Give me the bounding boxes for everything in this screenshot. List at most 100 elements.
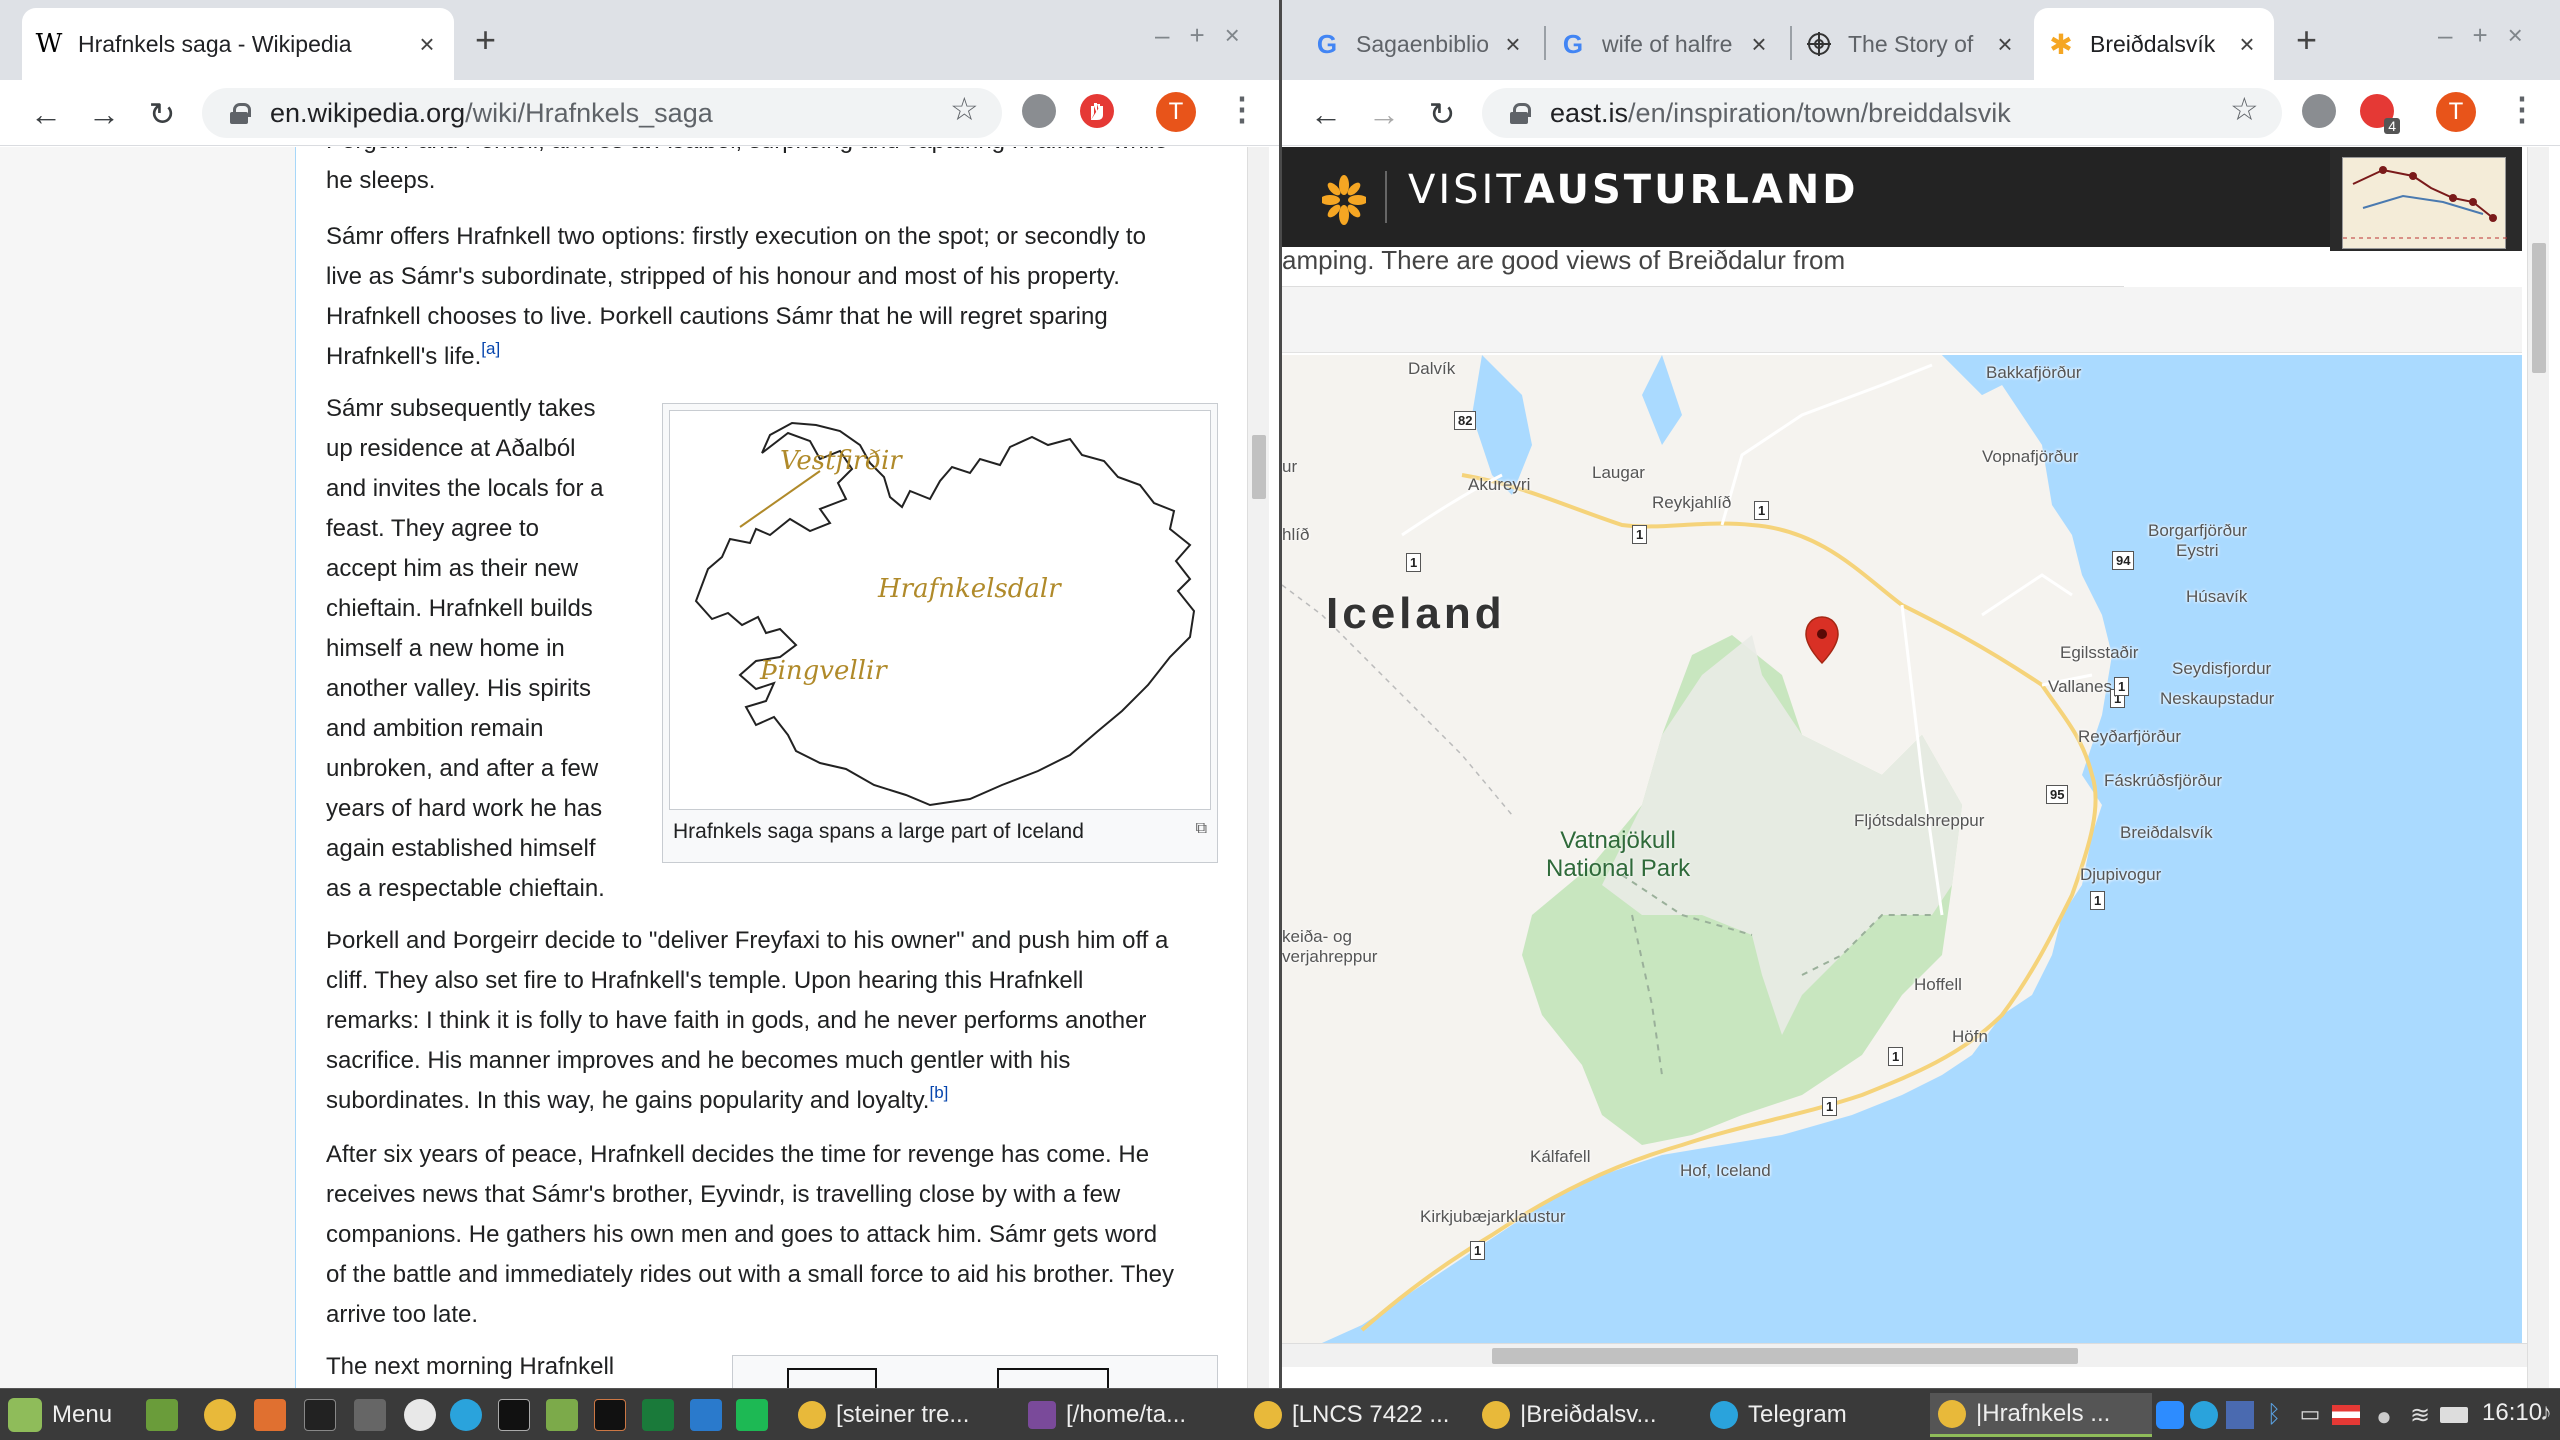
bluetooth-icon[interactable]: ᛒ (2260, 1401, 2288, 1429)
taskbar-window[interactable]: [LNCS 7422 ... (1246, 1393, 1468, 1437)
spotify-launcher-icon[interactable] (736, 1399, 768, 1431)
close-tab-icon[interactable]: × (1992, 29, 2018, 60)
footnote-b-link[interactable]: [b] (929, 1083, 948, 1102)
profile-avatar[interactable]: T (1156, 92, 1196, 132)
files-launcher-icon[interactable] (546, 1399, 578, 1431)
scrollbar-thumb[interactable] (1252, 435, 1266, 499)
tab-wife-of-halfred[interactable]: G wife of halfre × (1546, 8, 1786, 80)
close-window-button[interactable]: × (2508, 20, 2523, 51)
new-tab-button[interactable]: + (475, 22, 496, 58)
zoom-tray-icon[interactable] (2156, 1401, 2184, 1429)
firefox-launcher-icon[interactable] (254, 1399, 286, 1431)
close-window-button[interactable]: × (1225, 20, 1240, 51)
vscode-launcher-icon[interactable] (690, 1399, 722, 1431)
tab-breiddalsvik[interactable]: ✱ Breiðdalsvík × (2034, 8, 2274, 80)
place-label: Laugar (1592, 463, 1645, 482)
back-button[interactable]: ← (1306, 94, 1346, 134)
browser-menu-icon[interactable]: ⋮ (1226, 90, 1258, 128)
forward-button[interactable]: → (84, 94, 124, 134)
text-line: and ambition remain (326, 715, 544, 742)
address-bar[interactable]: en.wikipedia.org/wiki/Hrafnkels_saga (202, 88, 1002, 138)
taskbar-window[interactable]: |Breiðdalsv... (1474, 1393, 1696, 1437)
show-desktop-icon[interactable] (146, 1399, 178, 1431)
footnote-a-link[interactable]: [a] (481, 339, 500, 358)
minimize-button[interactable]: – (1155, 20, 1169, 51)
start-menu-button[interactable]: Menu (8, 1395, 112, 1435)
pycharm-launcher-icon[interactable] (642, 1399, 674, 1431)
window-controls: – + × (1155, 20, 1240, 51)
chrome-launcher-icon[interactable] (204, 1399, 236, 1431)
battery-icon[interactable] (2440, 1407, 2468, 1423)
window-title: [LNCS 7422 ... (1292, 1401, 1450, 1428)
bookmark-star-icon[interactable]: ☆ (2230, 90, 2259, 128)
text-line: cliff. They also set fire to Hrafnkell's… (326, 967, 1084, 994)
adblock-icon[interactable]: 4 (2360, 94, 2400, 134)
webstorm-launcher-icon[interactable] (498, 1399, 530, 1431)
music-note-icon[interactable]: ♪ (2540, 1399, 2552, 1427)
taskbar: Menu [steiner tre... [/home/ta... [LNCS … (0, 1388, 2560, 1440)
profile-avatar[interactable]: T (2436, 92, 2476, 132)
place-label: Borgarfjörður (2148, 521, 2248, 540)
clock[interactable]: 16:10 (2482, 1399, 2542, 1427)
telegram-tray-icon[interactable] (2190, 1401, 2218, 1429)
visitausturland-logo-icon[interactable] (1322, 175, 1366, 225)
extension-icon[interactable] (1022, 94, 1056, 128)
keyboard-layout-flag-icon[interactable] (2332, 1405, 2360, 1425)
close-tab-icon[interactable]: × (414, 29, 440, 60)
taskbar-window-active[interactable]: |Hrafnkels ... (1930, 1393, 2152, 1437)
display-tray-icon[interactable]: ▭ (2296, 1401, 2324, 1429)
wifi-icon[interactable]: ≋ (2406, 1401, 2434, 1429)
iceland-map-image[interactable]: Vestfirðir Hrafnkelsdalr Þingvellir (669, 410, 1211, 810)
minimize-button[interactable]: – (2438, 20, 2452, 51)
adblock-icon[interactable] (1080, 94, 1114, 128)
back-button[interactable]: ← (26, 94, 66, 134)
enlarge-icon[interactable]: ⧉ (1196, 820, 1207, 844)
maximize-button[interactable]: + (1189, 20, 1204, 51)
reload-button[interactable]: ↻ (142, 94, 182, 134)
text-line: receives news that Sámr's brother, Eyvin… (326, 1181, 1121, 1208)
horizontal-scrollbar[interactable] (1282, 1343, 2544, 1367)
map-label-thingvellir: Þingvellir (759, 656, 888, 686)
tab-the-story-of[interactable]: The Story of × (1792, 8, 2032, 80)
vertical-scrollbar[interactable] (1247, 147, 1269, 1388)
telegram-launcher-icon[interactable] (450, 1399, 482, 1431)
tab-hrafnkels-saga[interactable]: W Hrafnkels saga - Wikipedia × (22, 8, 454, 80)
taskbar-window[interactable]: [steiner tre... (790, 1393, 1012, 1437)
scrollbar-thumb[interactable] (2532, 243, 2546, 373)
left-browser-window: W Hrafnkels saga - Wikipedia × + – + × ←… (0, 0, 1279, 1388)
vertical-scrollbar[interactable] (2527, 147, 2549, 1388)
shield-tray-icon[interactable] (2226, 1401, 2254, 1429)
map-canvas (1282, 355, 2112, 1343)
settings-launcher-icon[interactable] (354, 1399, 386, 1431)
text-line: unbroken, and after a few (326, 755, 599, 782)
visitausturland-star-icon: ✱ (2049, 28, 2073, 60)
forward-button[interactable]: → (1364, 94, 1404, 134)
park-label-line: Vatnajökull (1560, 827, 1676, 854)
bookmark-star-icon[interactable]: ☆ (950, 90, 979, 128)
browser-toolbar: ← → ↻ east.is/en/inspiration/town/breidd… (1282, 80, 2560, 146)
close-tab-icon[interactable]: × (1746, 29, 1772, 60)
scrollbar-thumb[interactable] (1492, 1348, 2078, 1364)
new-tab-button[interactable]: + (2296, 22, 2317, 58)
browser-toolbar: ← → ↻ en.wikipedia.org/wiki/Hrafnkels_sa… (0, 80, 1279, 146)
extension-icon[interactable] (2302, 94, 2336, 128)
google-map[interactable]: Iceland Vatnajökull National Park Dalvík… (1282, 355, 2522, 1343)
browser-menu-icon[interactable]: ⋮ (2506, 90, 2538, 128)
slack-launcher-icon[interactable] (404, 1399, 436, 1431)
extension-badge: 4 (2384, 118, 2400, 134)
place-label: Bakkafjörður (1986, 363, 2082, 382)
maximize-button[interactable]: + (2472, 20, 2487, 51)
terminal-launcher-icon[interactable] (304, 1399, 336, 1431)
close-tab-icon[interactable]: × (1500, 29, 1526, 60)
site-brand[interactable]: VISITAUSTURLAND (1408, 167, 1859, 213)
header-thumbnail[interactable] (2330, 147, 2522, 251)
intellij-launcher-icon[interactable] (594, 1399, 626, 1431)
map-label-hrafnkelsdalr: Hrafnkelsdalr (877, 574, 1062, 604)
taskbar-window[interactable]: Telegram (1702, 1393, 1924, 1437)
tab-sagaenbiblio[interactable]: G Sagaenbiblio × (1300, 8, 1540, 80)
reload-button[interactable]: ↻ (1422, 94, 1462, 134)
user-tray-icon[interactable]: ● (2370, 1401, 2398, 1431)
address-bar[interactable]: east.is/en/inspiration/town/breiddalsvik (1482, 88, 2282, 138)
taskbar-window[interactable]: [/home/ta... (1020, 1393, 1242, 1437)
close-tab-icon[interactable]: × (2234, 29, 2260, 60)
